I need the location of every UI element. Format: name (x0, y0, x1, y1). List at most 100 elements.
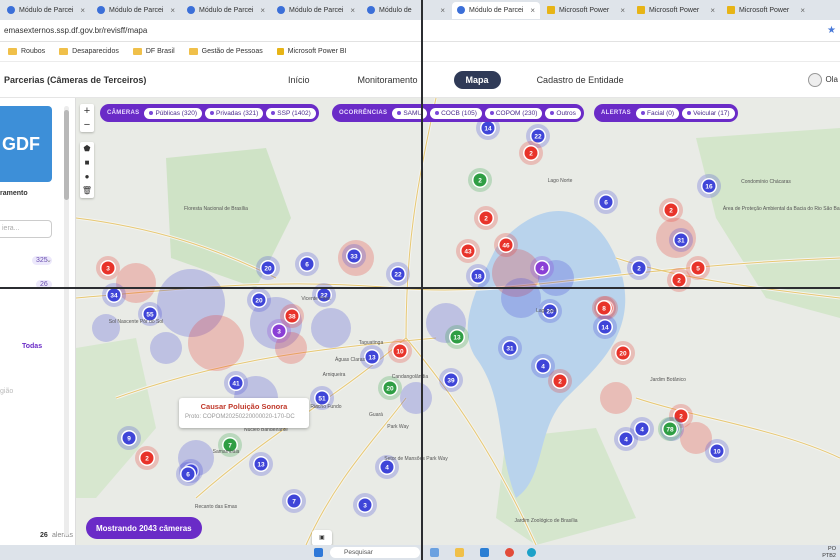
url-text[interactable]: emasexternos.ssp.df.gov.br/revisff/mapa (4, 26, 147, 35)
browser-tab[interactable]: Módulo de Parcei × (272, 2, 360, 19)
chip-label: SSP (1402) (277, 109, 311, 117)
bookmark-df-brasil[interactable]: DF Brasil (132, 48, 175, 55)
bookmark-gestao-pessoas[interactable]: Gestão de Pessoas (188, 48, 263, 55)
taskbar-search[interactable]: Pesquisar (330, 547, 420, 558)
map-place-label: Águas Claras (335, 356, 366, 363)
filter-chip-copom[interactable]: COPOM (230) (484, 107, 543, 119)
map-view[interactable]: 14 22 2 2 2 3 20 6 33 22 43 46 18 4 2 6 16 2 31 5 2 34 20 22 55 3… (76, 98, 840, 545)
sidebar-bottom-label: alertas (52, 532, 74, 539)
heat-halo (311, 308, 351, 348)
cluster-count: 7 (292, 499, 296, 506)
sidebar-all-link[interactable]: Todas (22, 343, 42, 350)
cluster-count: 2 (558, 379, 562, 386)
bookmark-power-bi[interactable]: Microsoft Power BI (276, 48, 347, 55)
filter-chip-veicular[interactable]: Veicular (17) (682, 107, 735, 119)
browser-tab[interactable]: Microsoft Power × (542, 2, 630, 19)
folder-icon (188, 48, 198, 55)
rectangle-tool-icon[interactable]: ■ (80, 156, 94, 170)
browser-icon[interactable] (527, 548, 536, 557)
browser-tab[interactable]: Módulo de Parcei × (452, 1, 540, 19)
filter-chip-facial[interactable]: Facial (0) (636, 107, 680, 119)
map-marker-camera[interactable]: ▣ (312, 530, 332, 545)
chrome-icon[interactable] (505, 548, 514, 557)
chip-dot (149, 111, 154, 115)
close-icon[interactable]: × (530, 6, 535, 15)
edge-icon[interactable] (480, 548, 489, 557)
heat-halo (188, 315, 244, 371)
system-tray[interactable]: PO PTB2 (822, 546, 836, 559)
trash-icon[interactable]: 🗑 (80, 184, 94, 198)
polygon-tool-icon[interactable]: ⬟ (80, 142, 94, 156)
chip-label: Outros (556, 109, 576, 117)
nav-mapa[interactable]: Mapa (453, 70, 501, 89)
app-header: Parcerias (Câmeras de Terceiros) Início … (0, 62, 840, 98)
map-place-label: Jardim Zoológico de Brasília (514, 518, 577, 524)
user-menu[interactable]: Ola (807, 72, 840, 87)
bookmark-label: Gestão de Pessoas (201, 48, 263, 55)
browser-tab[interactable]: Módulo de Parcei × (182, 2, 270, 19)
bookmark-desaparecidos[interactable]: Desaparecidos (59, 48, 119, 55)
camera-filters: CÂMERAS Públicas (320) Privadas (321) SS… (100, 104, 319, 122)
close-icon[interactable]: × (620, 6, 625, 15)
sidebar-bottom-count: 26 (40, 532, 48, 539)
filter-group-label: CÂMERAS (107, 110, 140, 116)
cluster-count: 2 (145, 456, 149, 463)
nav-inicio[interactable]: Início (276, 71, 322, 89)
map-place-label: Jardim Botânico (650, 377, 686, 383)
heat-halo (150, 332, 182, 364)
filter-chip-cocb[interactable]: COCB (105) (430, 107, 482, 119)
filter-group-label: OCORRÊNCIAS (339, 110, 388, 116)
incident-popup[interactable]: Causar Poluição Sonora Proto: COPOM20250… (179, 398, 309, 428)
draw-tools: ⬟ ■ ● 🗑 (80, 142, 94, 198)
chip-dot (271, 111, 276, 115)
nav-cadastro-entidade[interactable]: Cadastro de Entidade (525, 71, 636, 89)
cluster-count: 4 (385, 465, 389, 472)
bookmark-roubos[interactable]: Roubos (8, 48, 45, 55)
sidebar-scrollbar-thumb[interactable] (64, 110, 69, 200)
map-place-label: Riacho Fundo (310, 404, 341, 410)
close-icon[interactable]: × (440, 6, 445, 15)
map-place-label: Park Way (387, 424, 409, 430)
filter-chip-ssp[interactable]: SSP (1402) (266, 107, 316, 119)
close-icon[interactable]: × (80, 6, 85, 15)
file-explorer-icon[interactable] (455, 548, 464, 557)
windows-start-icon[interactable] (314, 548, 323, 557)
close-icon[interactable]: × (710, 6, 715, 15)
filter-chip-privadas[interactable]: Privadas (321) (205, 107, 264, 119)
address-bar[interactable]: emasexternos.ssp.df.gov.br/revisff/mapa … (0, 20, 840, 42)
map-place-label: Lago Sul (536, 308, 556, 314)
bookmark-star-icon[interactable]: ★ (827, 25, 836, 36)
zoom-out-button[interactable]: − (80, 118, 94, 132)
cluster-count: 8 (602, 306, 606, 313)
taskview-icon[interactable] (430, 548, 439, 557)
filter-chip-publicas[interactable]: Públicas (320) (144, 107, 202, 119)
close-icon[interactable]: × (350, 6, 355, 15)
close-icon[interactable]: × (260, 6, 265, 15)
browser-tab[interactable]: Microsoft Power × (722, 2, 810, 19)
cluster-count: 20 (619, 351, 627, 358)
user-name: Ola (825, 75, 838, 84)
browser-tab[interactable]: Módulo de × (362, 2, 450, 19)
cluster-count: 22 (534, 134, 542, 141)
browser-tab[interactable]: Módulo de Parcei × (2, 2, 90, 19)
gdf-logo: GDF (0, 106, 52, 182)
camera-count-button[interactable]: Mostrando 2043 câmeras (86, 517, 202, 539)
bookmark-label: Microsoft Power BI (287, 48, 347, 55)
map-canvas[interactable]: 14222223 20633224346184 26162315234202255 3… (76, 98, 840, 545)
zoom-control: + − (80, 104, 94, 132)
browser-tab[interactable]: Módulo de Parcei × (92, 2, 180, 19)
cluster-count: 38 (288, 314, 296, 321)
browser-tab[interactable]: Microsoft Power × (632, 2, 720, 19)
chevron-down-icon[interactable]: ⌄ (46, 256, 52, 264)
sidebar-search-field[interactable]: iera... (0, 220, 52, 238)
sidebar: GDF ramento iera... 325 ⌄ 26 Todas gião … (0, 98, 76, 545)
circle-tool-icon[interactable]: ● (80, 170, 94, 184)
close-icon[interactable]: × (170, 6, 175, 15)
filter-chip-outros[interactable]: Outros (545, 107, 581, 119)
tab-label: Microsoft Power (559, 6, 610, 14)
nav-monitoramento[interactable]: Monitoramento (346, 71, 430, 89)
zoom-in-button[interactable]: + (80, 104, 94, 118)
bookmarks-bar: Roubos Desaparecidos DF Brasil Gestão de… (0, 42, 840, 62)
close-icon[interactable]: × (800, 6, 805, 15)
browser-tab-strip: Módulo de Parcei × Módulo de Parcei × Módulo… (0, 0, 840, 20)
